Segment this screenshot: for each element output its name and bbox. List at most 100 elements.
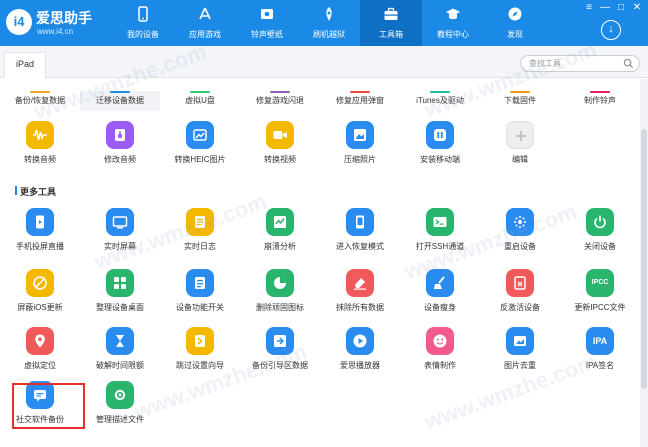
minimize-icon[interactable]: —: [598, 2, 612, 14]
tool-item[interactable]: 图片去重: [480, 327, 560, 383]
tool-label: 重启设备: [504, 242, 536, 251]
nav-tutorials[interactable]: 教程中心: [422, 0, 484, 46]
search-icon[interactable]: [623, 58, 634, 69]
tool-item[interactable]: 实时屏幕: [80, 208, 160, 264]
tool-label: 破解时间限额: [96, 361, 144, 370]
tool-item[interactable]: 转换音频: [0, 121, 80, 177]
video-icon: [273, 131, 287, 139]
tool-label: 图片去重: [504, 361, 536, 370]
graduation-cap-icon: [446, 8, 460, 20]
scrollbar-thumb[interactable]: [641, 129, 647, 389]
tool-item[interactable]: 表情制作: [400, 327, 480, 383]
tool-label: IPA签名: [585, 361, 615, 370]
nav-label: 教程中心: [437, 30, 469, 39]
tool-label: 转换音频: [24, 155, 56, 164]
tool-item[interactable]: 整理设备桌面: [80, 269, 160, 325]
download-icon[interactable]: ↓: [601, 20, 621, 40]
appstore-icon: [199, 7, 211, 20]
quick-tab[interactable]: 修复游戏闪退: [240, 91, 320, 111]
tool-icon-tile: [186, 121, 214, 149]
quick-tab[interactable]: 制作铃声: [560, 91, 640, 111]
terminal-icon: [433, 217, 447, 227]
search-input[interactable]: 查找工具: [520, 55, 640, 72]
tool-item[interactable]: 虚拟定位: [0, 327, 80, 383]
tool-item[interactable]: 抹除所有数据: [320, 269, 400, 325]
quick-tab[interactable]: iTunes及驱动: [400, 91, 480, 111]
tool-item[interactable]: 转换HEIC图片: [160, 121, 240, 177]
tool-item[interactable]: 跳过设置向导: [160, 327, 240, 383]
scrollbar[interactable]: [640, 79, 648, 447]
nav-ringtones[interactable]: 铃声壁纸: [236, 0, 298, 46]
quick-tabs: 备份/恢复数据 迁移设备数据 虚拟U盘 修复游戏闪退 修复应用弹窗 iTunes…: [0, 91, 640, 111]
nav-apps[interactable]: 应用游戏: [174, 0, 236, 46]
menu-icon[interactable]: ≡: [582, 2, 596, 14]
quick-tab[interactable]: 迁移设备数据: [80, 91, 160, 111]
crash-icon: [274, 216, 286, 228]
quick-tab[interactable]: 备份/恢复数据: [0, 91, 80, 111]
nav-flash[interactable]: 刷机越狱: [298, 0, 360, 46]
quick-tab[interactable]: 下载固件: [480, 91, 560, 111]
tool-item[interactable]: 破解时间限额: [80, 327, 160, 383]
quick-tab[interactable]: 虚拟U盘: [160, 91, 240, 111]
ipcc-icon-text: IPCC: [591, 279, 609, 286]
app-logo[interactable]: i4 爱思助手 www.i4.cn: [6, 6, 102, 40]
tool-item[interactable]: 手机投屏直播: [0, 208, 80, 264]
recovery-icon: [356, 215, 364, 229]
tool-label: 抹除所有数据: [336, 303, 384, 312]
quick-tab-label: 制作铃声: [584, 96, 616, 105]
device-tab-ipad[interactable]: iPad: [4, 52, 46, 78]
tool-icon-tile: [186, 327, 214, 355]
tool-label: 反激活设备: [500, 303, 540, 312]
tool-item[interactable]: 进入恢复模式: [320, 208, 400, 264]
device-tab-bar: iPad 查找工具: [0, 46, 648, 78]
audio-edit-icon: [115, 129, 125, 141]
tool-item[interactable]: 崩溃分析: [240, 208, 320, 264]
quick-tab[interactable]: 修复应用弹窗: [320, 91, 400, 111]
tool-item[interactable]: 打开SSH通道: [400, 208, 480, 264]
highlight-box: [12, 383, 85, 429]
power-icon: [594, 215, 606, 229]
tool-item[interactable]: 转换视频: [240, 121, 320, 177]
tool-label: 手机投屏直播: [16, 242, 64, 251]
tool-label: 打开SSH通道: [415, 242, 465, 251]
broom-icon: [434, 276, 445, 289]
tool-item[interactable]: 关闭设备: [560, 208, 640, 264]
log-icon: [195, 216, 205, 228]
tool-item[interactable]: 修改音频: [80, 121, 160, 177]
quick-tab-accent: [30, 91, 50, 93]
maximize-icon[interactable]: □: [614, 2, 628, 14]
nav-my-device[interactable]: 我的设备: [112, 0, 174, 46]
emoji-icon: [433, 334, 447, 348]
tool-item[interactable]: 屏蔽iOS更新: [0, 269, 80, 325]
tool-item[interactable]: 重启设备: [480, 208, 560, 264]
tool-item[interactable]: 压缩照片: [320, 121, 400, 177]
tool-item[interactable]: IPCC 更新IPCC文件: [560, 269, 640, 325]
tool-item[interactable]: 设备瘦身: [400, 269, 480, 325]
toggle-icon: [195, 277, 205, 289]
tool-icon-tile: [346, 121, 374, 149]
close-icon[interactable]: ✕: [630, 2, 644, 14]
tool-icon-tile: [106, 381, 134, 409]
nav-discover[interactable]: 发现: [484, 0, 546, 46]
tool-item[interactable]: 爱思播放器: [320, 327, 400, 383]
tool-icon-tile: [26, 208, 54, 236]
tool-item[interactable]: IPA IPA签名: [560, 327, 640, 383]
tool-label: 删除顽固图标: [256, 303, 304, 312]
music-icon: [261, 9, 273, 19]
tool-item[interactable]: 备份引导区数据: [240, 327, 320, 383]
tool-icon-tile: [266, 121, 294, 149]
block-update-icon: [33, 276, 47, 290]
quick-tab-accent: [190, 91, 210, 93]
audio-wave-icon: [33, 129, 47, 141]
tool-item[interactable]: 反激活设备: [480, 269, 560, 325]
tool-item[interactable]: 编辑: [480, 121, 560, 177]
tool-item[interactable]: 删除顽固图标: [240, 269, 320, 325]
tool-item[interactable]: 设备功能开关: [160, 269, 240, 325]
window-controls: ≡ — □ ✕: [582, 2, 642, 16]
tool-icon-tile: [266, 208, 294, 236]
tool-item[interactable]: 管理描述文件: [80, 381, 160, 437]
tool-item[interactable]: 实时日志: [160, 208, 240, 264]
nav-toolbox[interactable]: 工具箱: [360, 0, 422, 46]
tool-item[interactable]: 安装移动端: [400, 121, 480, 177]
tool-icon-tile: [26, 327, 54, 355]
